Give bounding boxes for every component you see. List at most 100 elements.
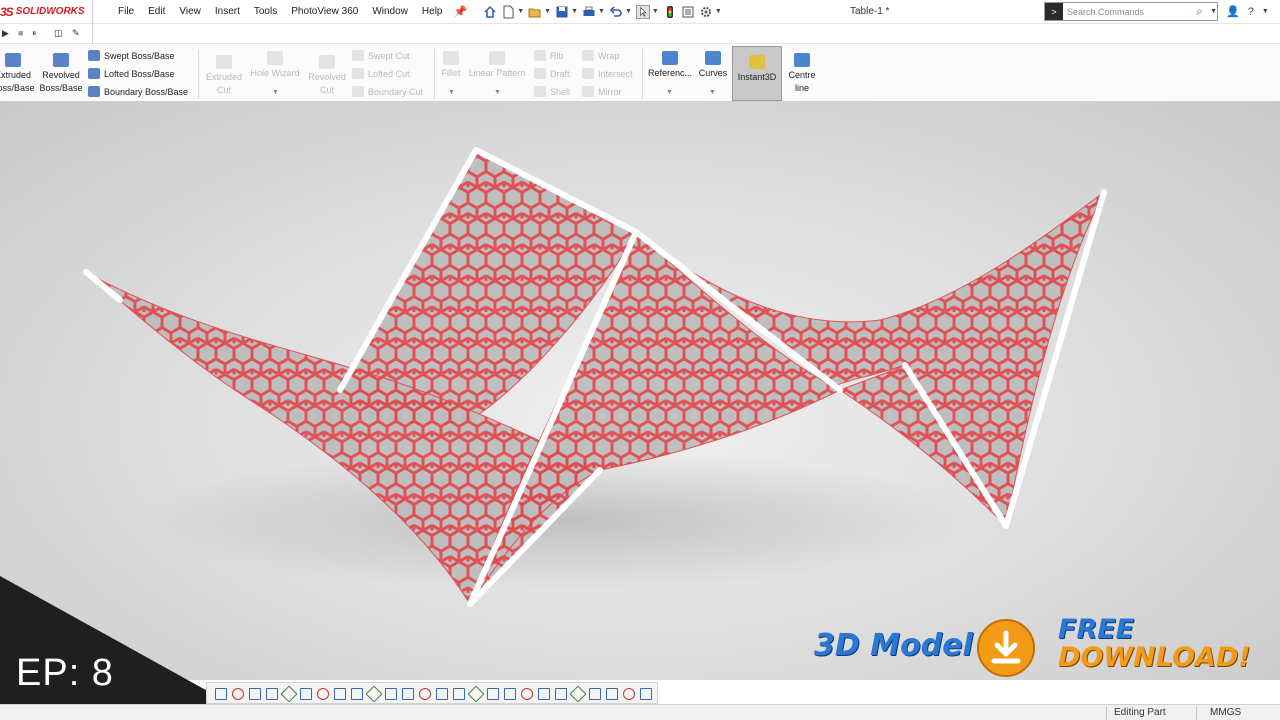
shell-label: Shell [550,86,571,97]
chevron-down-icon[interactable]: ▼ [517,8,524,15]
wrap-button[interactable]: Wrap [582,50,619,61]
sketch-tool-icon[interactable] [281,686,295,700]
sketch-tool-icon[interactable] [332,686,346,700]
sketch-tool-icon[interactable] [468,686,482,700]
edit-macro-icon[interactable]: ✎ [72,28,80,39]
sketch-tool-icon[interactable] [213,686,227,700]
sketch-tool-icon[interactable] [247,686,261,700]
linear-pattern-button[interactable]: Linear Pattern [466,51,528,80]
mirror-button[interactable]: Mirror [582,86,622,97]
menu-file[interactable]: File [111,0,141,24]
chevron-down-icon[interactable]: ▼ [544,8,551,15]
rebuild-traffic-light-icon[interactable] [663,5,677,19]
sketch-tool-icon[interactable] [366,686,380,700]
new-macro-icon[interactable]: ◫ [54,28,63,39]
swept-boss-button[interactable]: Swept Boss/Base [88,50,175,61]
search-commands-box[interactable]: > Search Commands ⌕ ▼ [1044,2,1218,21]
open-folder-icon[interactable] [528,5,542,19]
chevron-down-icon[interactable]: ▼ [715,8,722,15]
sketch-tool-icon[interactable] [434,686,448,700]
chevron-down-icon[interactable]: ▼ [598,8,605,15]
sketch-tool-icon[interactable] [587,686,601,700]
chevron-down-icon[interactable]: ▼ [1262,0,1269,24]
lofted-boss-button[interactable]: Lofted Boss/Base [88,68,175,79]
solidworks-logo[interactable]: 3S SOLIDWORKS [0,0,92,24]
new-document-icon[interactable] [501,5,515,19]
sketch-tool-icon[interactable] [485,686,499,700]
sketch-tool-icon[interactable] [298,686,312,700]
curves-button[interactable]: Curves [696,51,730,80]
shell-button[interactable]: Shell [534,86,570,97]
sketch-tool-icon[interactable] [451,686,465,700]
draft-button[interactable]: Draft [534,68,570,79]
pin-icon[interactable]: 📌 [453,5,467,18]
sketch-tool-icon[interactable] [570,686,584,700]
undo-icon[interactable] [609,5,623,19]
chevron-down-icon[interactable]: ▼ [494,89,501,96]
sketch-tool-icon[interactable] [264,686,278,700]
sweep-icon [88,50,100,61]
chevron-down-icon[interactable]: ▼ [625,8,632,15]
play-icon[interactable]: ▶ [2,28,9,39]
intersect-button[interactable]: Intersect [582,68,633,79]
sketch-tool-icon[interactable] [400,686,414,700]
sketch-tool-icon[interactable] [553,686,567,700]
boundary-cut-button[interactable]: Boundary Cut [352,86,423,97]
menu-window[interactable]: Window [365,0,415,24]
chevron-down-icon[interactable]: ▼ [272,89,279,96]
chevron-down-icon[interactable]: ▼ [571,8,578,15]
sketch-tool-icon[interactable] [315,686,329,700]
chevron-down-icon[interactable]: ▼ [652,8,659,15]
sketch-tool-icon[interactable] [230,686,244,700]
sketch-tool-icon[interactable] [383,686,397,700]
chevron-down-icon[interactable]: ▼ [709,89,716,96]
menu-insert[interactable]: Insert [208,0,247,24]
chevron-down-icon[interactable]: ▼ [1210,8,1217,15]
chevron-down-icon[interactable]: ▼ [448,89,455,96]
menu-photoview[interactable]: PhotoView 360 [284,0,365,24]
file-properties-icon[interactable] [681,5,695,19]
extruded-cut-button[interactable]: Extruded Cut [202,55,246,97]
search-input[interactable]: Search Commands [1063,7,1196,17]
fillet-button[interactable]: Fillet [438,51,464,80]
instant3d-toggle[interactable]: Instant3D [732,46,782,101]
extruded-boss-button[interactable]: Extruded Boss/Base [0,53,36,95]
chevron-down-icon[interactable]: ▼ [666,89,673,96]
fillet-icon [443,51,459,65]
save-icon[interactable] [555,5,569,19]
sketch-tool-icon[interactable] [638,686,652,700]
lofted-cut-button[interactable]: Lofted Cut [352,68,410,79]
sketch-tool-icon[interactable] [349,686,363,700]
sketch-tool-icon[interactable] [519,686,533,700]
swept-cut-button[interactable]: Swept Cut [352,50,410,61]
revolved-boss-button[interactable]: Revolved Boss/Base [38,53,84,95]
centreline-button[interactable]: Centre line [784,53,820,95]
sketch-tool-icon[interactable] [502,686,516,700]
draft-icon [534,68,546,79]
print-icon[interactable] [582,5,596,19]
user-icon[interactable]: 👤 [1226,0,1240,24]
stop-icon[interactable]: ■ [18,28,23,38]
sketch-tool-icon[interactable] [417,686,431,700]
select-arrow-icon[interactable] [635,4,650,19]
record-icon[interactable]: ⏸ [32,28,37,39]
menu-view[interactable]: View [172,0,208,24]
command-prompt-icon[interactable]: > [1045,3,1063,20]
sketch-tool-icon[interactable] [536,686,550,700]
rib-button[interactable]: Rib [534,50,564,61]
revolved-cut-button[interactable]: Revolved Cut [306,55,348,97]
boundary-boss-button[interactable]: Boundary Boss/Base [88,86,188,97]
menu-help[interactable]: Help [415,0,450,24]
swept-cut-label: Swept Cut [368,50,410,61]
reference-geometry-button[interactable]: Referenc... [646,51,694,80]
gear-icon[interactable] [699,5,713,19]
sketch-tool-icon[interactable] [604,686,618,700]
unit-system[interactable]: MMGS [1210,707,1241,718]
instant3d-button[interactable]: Instant3D [733,55,781,84]
home-icon[interactable] [483,5,497,19]
menu-tools[interactable]: Tools [247,0,284,24]
hole-wizard-button[interactable]: Hole Wizard [248,51,302,80]
sketch-tool-icon[interactable] [621,686,635,700]
help-icon[interactable]: ? [1248,0,1254,24]
menu-edit[interactable]: Edit [141,0,172,24]
